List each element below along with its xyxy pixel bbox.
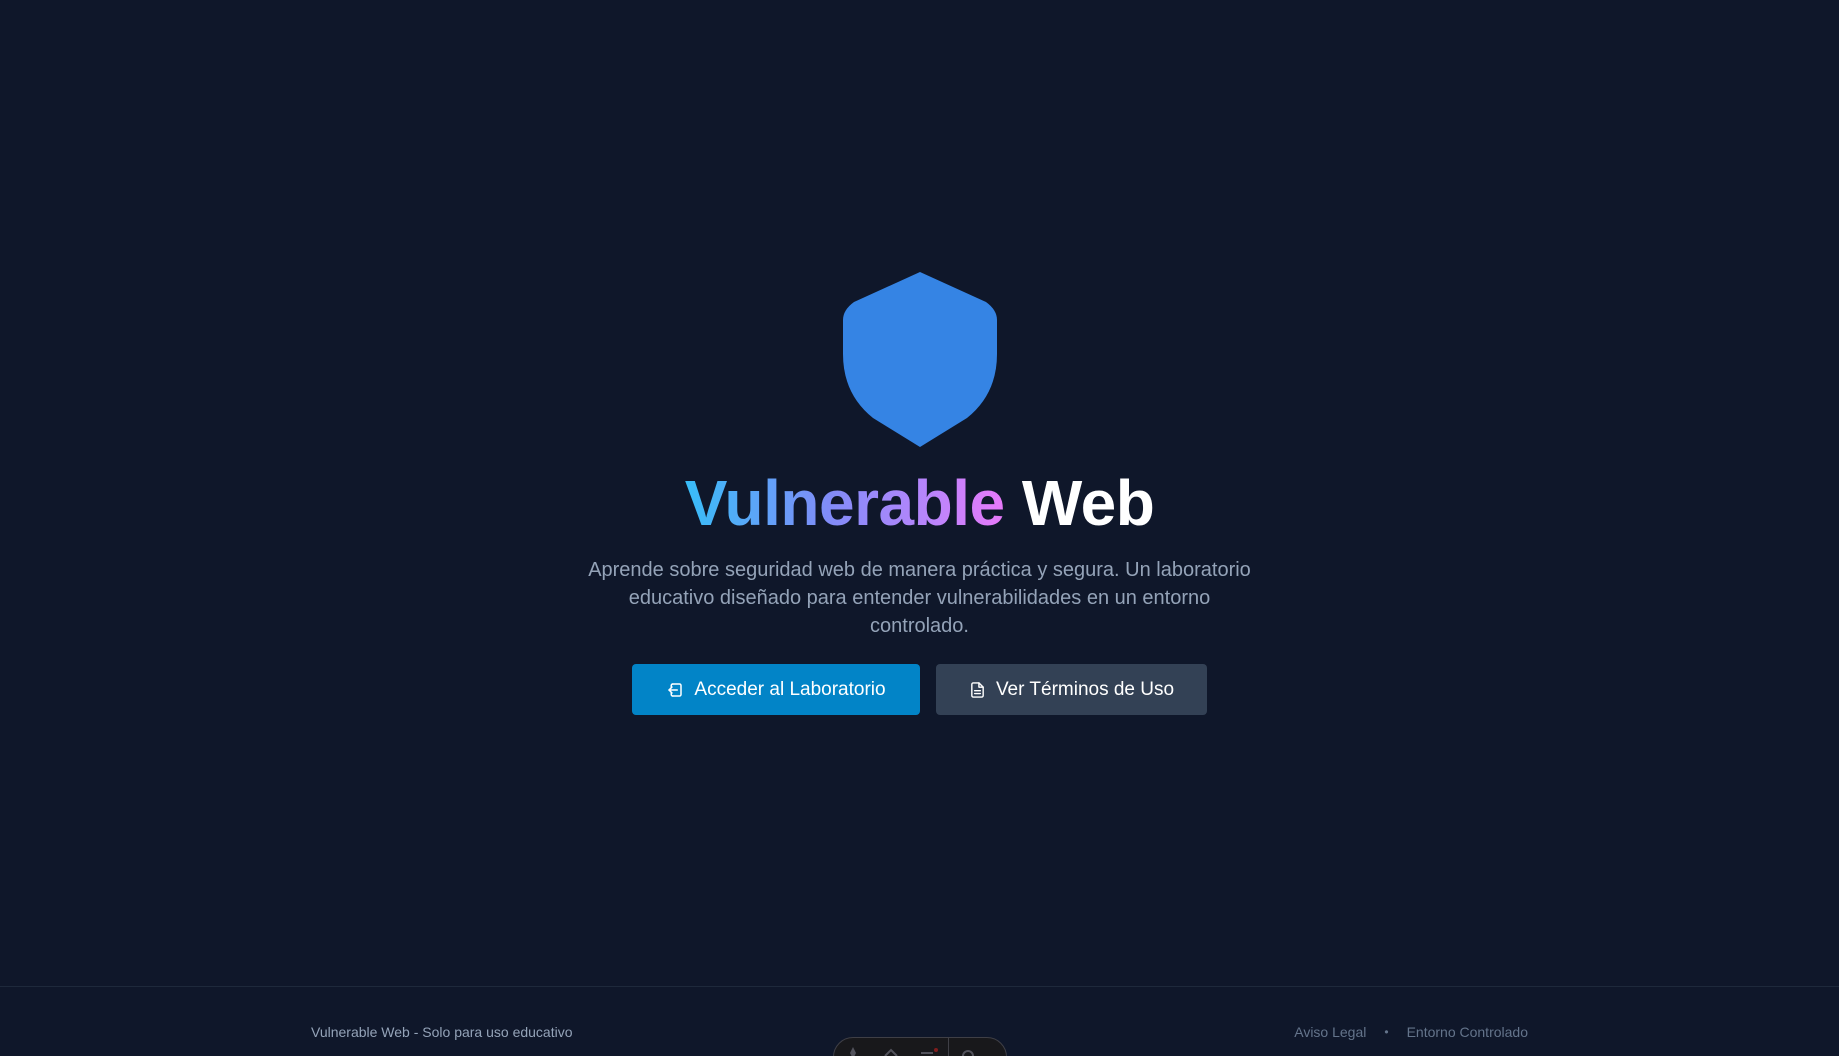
audit-icon[interactable] (910, 1046, 948, 1056)
terms-of-use-button[interactable]: Ver Términos de Uso (936, 664, 1207, 715)
document-icon (969, 681, 986, 699)
login-icon (666, 681, 684, 699)
access-lab-label: Acceder al Laboratorio (694, 678, 886, 700)
controlled-environment-link[interactable]: Entorno Controlado (1407, 1023, 1528, 1041)
hero-section: Vulnerable Web Aprende sobre seguridad w… (0, 0, 1839, 986)
dev-toolbar[interactable] (833, 1037, 1007, 1056)
page: Vulnerable Web Aprende sobre seguridad w… (0, 0, 1839, 1056)
title-gradient-word: Vulnerable (684, 467, 1005, 539)
shield-icon (843, 272, 997, 447)
inspect-icon[interactable] (872, 1046, 910, 1056)
access-lab-button[interactable]: Acceder al Laboratorio (632, 664, 920, 715)
settings-icon[interactable] (949, 1046, 987, 1056)
hero-subtitle: Aprende sobre seguridad web de manera pr… (588, 559, 1251, 637)
footer-links: Aviso Legal • Entorno Controlado (1294, 1023, 1528, 1041)
footer-separator: • (1384, 1025, 1389, 1039)
page-title: Vulnerable Web (0, 462, 1839, 544)
rocket-icon[interactable] (834, 1046, 872, 1056)
title-plain-word: Web (1021, 467, 1155, 539)
footer-copyright: Vulnerable Web - Solo para uso educativo (311, 1024, 573, 1040)
terms-of-use-label: Ver Términos de Uso (995, 678, 1175, 700)
legal-notice-link[interactable]: Aviso Legal (1294, 1023, 1366, 1041)
